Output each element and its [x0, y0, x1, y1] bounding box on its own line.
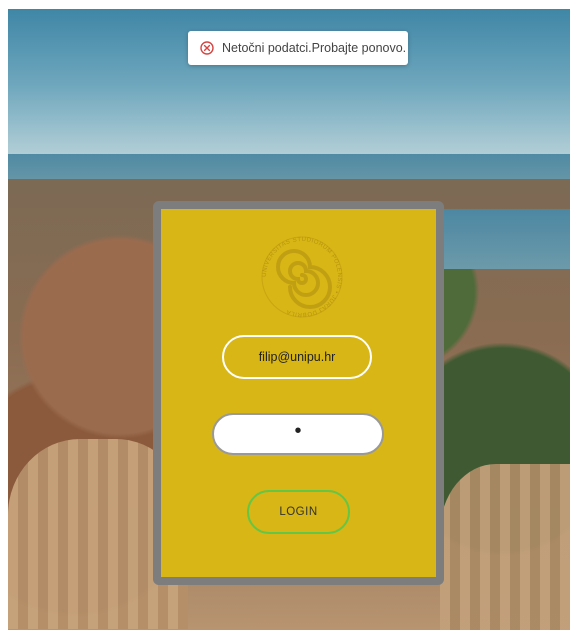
password-value: •	[294, 420, 302, 442]
harbor-area	[438, 209, 570, 269]
arena-right	[440, 464, 570, 630]
error-x-circle-icon	[200, 41, 214, 55]
spiral-university-seal-icon: UNIVERSITAS STUDIORUM POLENSIS • JURAJ D…	[258, 233, 346, 321]
login-card-body: UNIVERSITAS STUDIORUM POLENSIS • JURAJ D…	[161, 209, 436, 577]
error-toast: Netočni podatci.Probajte ponovo.	[188, 31, 408, 65]
email-value: filip@unipu.hr	[258, 350, 336, 364]
login-label: LOGIN	[279, 506, 318, 518]
password-field[interactable]: •	[212, 413, 384, 455]
login-card: UNIVERSITAS STUDIORUM POLENSIS • JURAJ D…	[153, 201, 444, 585]
login-button[interactable]: LOGIN	[247, 490, 350, 534]
email-field[interactable]: filip@unipu.hr	[222, 335, 372, 379]
error-message: Netočni podatci.Probajte ponovo.	[222, 41, 407, 55]
